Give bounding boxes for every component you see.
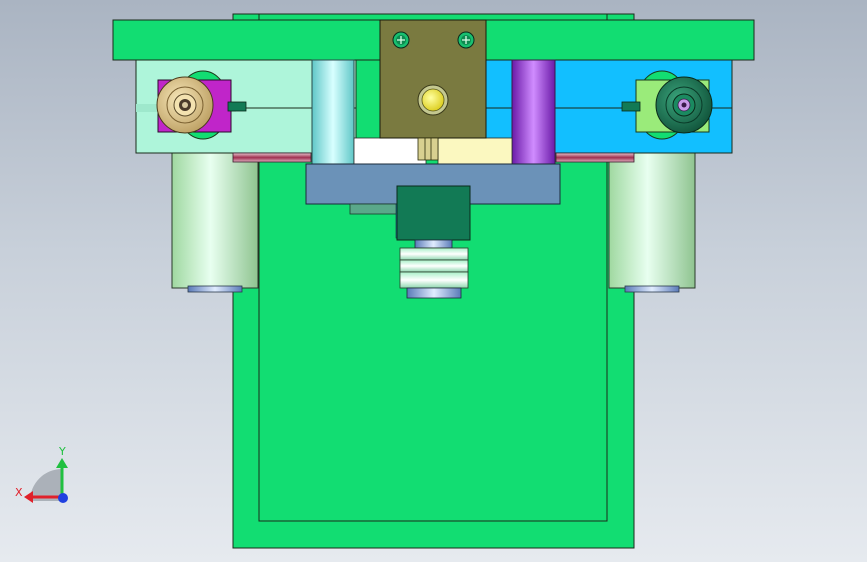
yellow-bolt-icon <box>417 84 449 116</box>
piston-stack[interactable] <box>399 239 469 299</box>
cyan-guide-post[interactable] <box>311 59 355 165</box>
cad-viewport[interactable]: Y X <box>0 0 867 562</box>
coordinate-triad <box>24 458 68 503</box>
left-guide-cylinder[interactable] <box>171 152 259 293</box>
right-spacer-ring <box>555 152 635 163</box>
cylinder-block[interactable] <box>396 185 471 241</box>
inner-yellow-panel <box>437 137 513 165</box>
left-spacer-ring <box>232 152 312 163</box>
purple-guide-post[interactable] <box>511 59 556 165</box>
triad-y-label: Y <box>58 445 66 458</box>
model-canvas[interactable]: Y X <box>0 0 867 562</box>
right-guide-cylinder[interactable] <box>608 152 696 293</box>
inner-white-panel <box>353 137 427 165</box>
screw-head-left <box>392 31 410 49</box>
right-clamp-assembly[interactable] <box>621 70 713 140</box>
triad-x-label: X <box>15 486 23 499</box>
screw-head-right <box>457 31 475 49</box>
